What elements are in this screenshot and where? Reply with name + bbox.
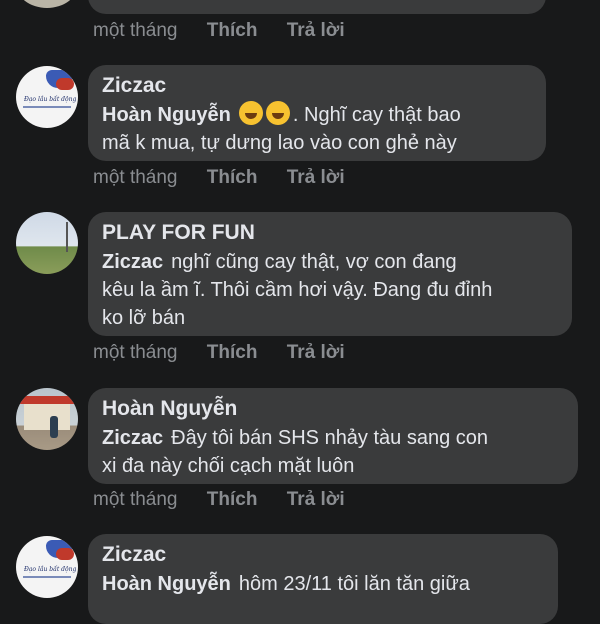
mention-link[interactable]: Hoàn Nguyễn xyxy=(102,104,231,126)
comment-text: Hoàn Nguyễn . Nghĩ cay thật bao xyxy=(102,101,532,129)
comment-actions: một tháng Thích Trả lời xyxy=(93,341,345,365)
comment-text-line: hôm 23/11 tôi lăn tăn giữa xyxy=(238,573,470,595)
comment-bubble xyxy=(88,0,546,14)
reply-button[interactable]: Trả lời xyxy=(287,19,345,43)
comment-actions: một tháng Thích Trả lời xyxy=(93,166,345,190)
comment-text-line: xi đa này chối cạch mặt luôn xyxy=(102,455,355,477)
comment-bubble: Hoàn Nguyễn Ziczac Đây tôi bán SHS nhảy t… xyxy=(88,388,578,484)
mention-link[interactable]: Hoàn Nguyễn xyxy=(102,573,231,595)
comment-time: một tháng xyxy=(93,20,178,41)
reply-button[interactable]: Trả lời xyxy=(287,166,345,190)
comment-actions: một tháng Thích Trả lời xyxy=(93,19,345,43)
mention-link[interactable]: Ziczac xyxy=(102,251,163,273)
comment-time: một tháng xyxy=(93,489,178,510)
comment-author[interactable]: PLAY FOR FUN xyxy=(102,218,558,248)
reply-button[interactable]: Trả lời xyxy=(287,488,345,512)
comment-text-line: . Nghĩ cay thật bao xyxy=(292,104,461,126)
comment-text: Hoàn Nguyễn hôm 23/11 tôi lăn tăn giữa xyxy=(102,570,544,598)
avatar[interactable]: Đạo lầu bất động xyxy=(16,66,78,128)
comment-bubble: Ziczac Hoàn Nguyễn hôm 23/11 tôi lăn tăn … xyxy=(88,534,558,624)
comment-text-line: kêu la ầm ĩ. Thôi cầm hơi vậy. Đang đu đ… xyxy=(102,279,493,301)
like-button[interactable]: Thích xyxy=(207,341,258,365)
comment-time: một tháng xyxy=(93,167,178,188)
comment-bubble: Ziczac Hoàn Nguyễn . Nghĩ cay thật bao mã… xyxy=(88,65,546,161)
reply-button[interactable]: Trả lời xyxy=(287,341,345,365)
like-button[interactable]: Thích xyxy=(207,166,258,190)
comment-text-line: mã k mua, tự dưng lao vào con ghẻ này xyxy=(102,132,457,154)
avatar[interactable]: Đạo lầu bất động xyxy=(16,536,78,598)
comment-text-line: nghĩ cũng cay thật, vợ con đang xyxy=(171,251,457,273)
comment-author[interactable]: Ziczac xyxy=(102,71,532,101)
like-button[interactable]: Thích xyxy=(207,488,258,512)
avatar[interactable] xyxy=(16,388,78,450)
comment-author[interactable]: Ziczac xyxy=(102,540,544,570)
mention-link[interactable]: Ziczac xyxy=(102,427,163,449)
comment-author[interactable]: Hoàn Nguyễn xyxy=(102,394,564,424)
comment-text-line: ko lỡ bán xyxy=(102,307,186,329)
comment-actions: một tháng Thích Trả lời xyxy=(93,488,345,512)
rofl-emoji-icon xyxy=(238,101,263,125)
comment-text-line: Đây tôi bán SHS nhảy tàu sang con xyxy=(171,427,489,449)
comment-text: Ziczac nghĩ cũng cay thật, vợ con đang xyxy=(102,248,558,276)
comment-time: một tháng xyxy=(93,342,178,363)
comment-text: Ziczac Đây tôi bán SHS nhảy tàu sang con xyxy=(102,424,564,452)
rofl-emoji-icon xyxy=(265,101,290,125)
comment-bubble: PLAY FOR FUN Ziczac nghĩ cũng cay thật, v… xyxy=(88,212,572,336)
like-button[interactable]: Thích xyxy=(207,19,258,43)
avatar[interactable] xyxy=(16,212,78,274)
avatar[interactable] xyxy=(16,0,78,8)
